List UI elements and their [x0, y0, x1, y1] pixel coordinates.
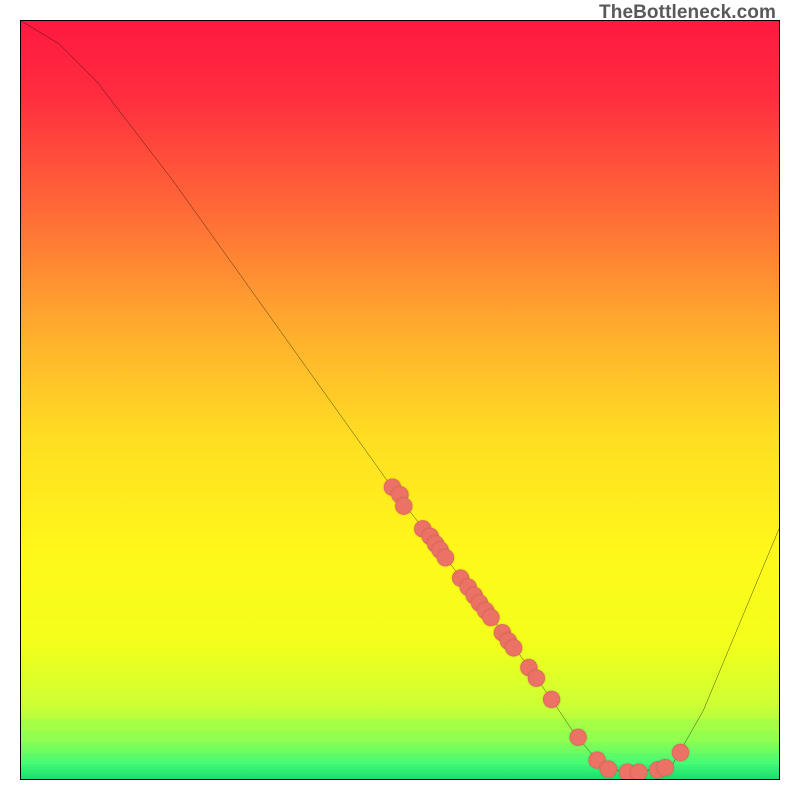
data-point: [543, 691, 560, 708]
data-point: [437, 549, 454, 566]
data-point: [482, 609, 499, 626]
curve-line: [21, 21, 779, 771]
chart-svg: [21, 21, 779, 779]
data-point: [630, 763, 647, 780]
chart-stage: TheBottleneck.com: [0, 0, 800, 800]
data-point: [505, 639, 522, 656]
data-point: [657, 759, 674, 776]
data-point: [569, 729, 586, 746]
plot-area: [20, 20, 780, 780]
data-point: [395, 497, 412, 514]
data-point: [600, 760, 617, 777]
data-point: [528, 669, 545, 686]
data-point: [672, 744, 689, 761]
scatter-points: [384, 478, 689, 780]
